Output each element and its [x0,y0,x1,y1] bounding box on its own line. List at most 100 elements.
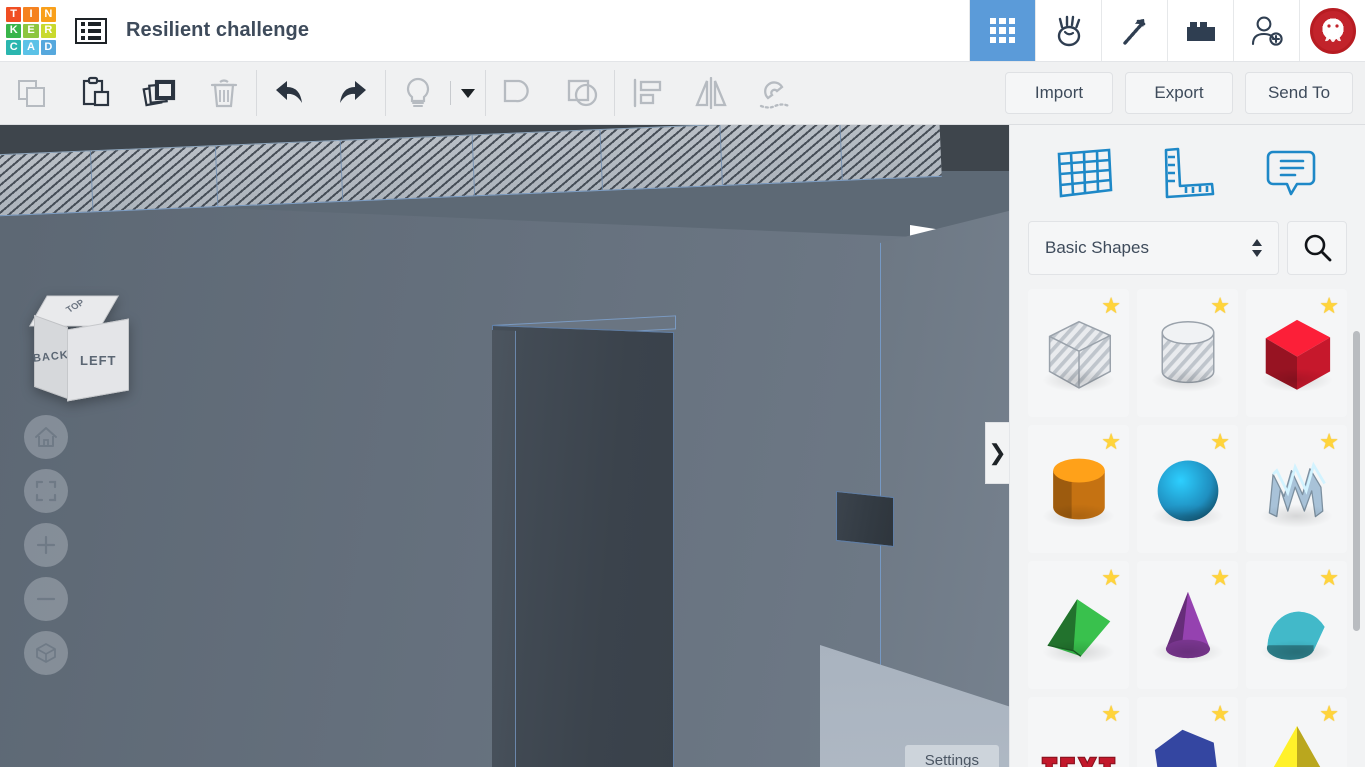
avatar-emblem-icon [1323,18,1342,42]
lego-brick-icon [1186,21,1215,41]
shape-card-half-cylinder[interactable]: ★ [1246,561,1347,689]
view-cube[interactable]: TOP BACK LEFT [29,293,142,402]
shapes-grid: ★ ★ ★ ★ ★ ★ ★ ★ ★ ★ ★ ★ [1028,289,1347,767]
view-cube-back-label: BACK [32,349,70,365]
logo-tile-d: D [40,40,56,55]
shape-category-select[interactable]: Basic Shapes [1028,221,1279,275]
grid-icon [989,17,1016,44]
settings-button[interactable]: Settings [904,745,999,767]
workplane-grid-icon [1057,148,1113,198]
header-tool-bricks[interactable] [1167,0,1233,61]
tinkercad-logo[interactable]: TIN KER CAD [0,0,62,62]
favorite-star-icon[interactable]: ★ [1101,703,1121,725]
align-button[interactable] [615,62,679,124]
view-cube-back-face[interactable]: BACK [32,314,70,400]
logo-tile-n: N [40,7,56,22]
magnet-button[interactable] [743,62,807,124]
logo-tile-t: T [6,7,22,22]
cube-icon [36,643,56,663]
note-button[interactable] [1254,142,1328,204]
paste-icon [82,76,110,107]
shape-card-roof[interactable]: ★ [1028,561,1129,689]
header-tool-minecraft[interactable] [1101,0,1167,61]
shapes-scrollbar[interactable] [1353,331,1360,631]
group-button[interactable] [486,62,550,124]
send-to-button[interactable]: Send To [1245,72,1353,114]
light-button[interactable] [386,62,450,124]
shape-card-cylinder-hole[interactable]: ★ [1137,289,1238,417]
logo-tile-k: K [6,23,22,39]
logo-tile-c: C [6,40,22,55]
view-cube-left-face[interactable]: LEFT [67,318,129,402]
pickaxe-icon [1122,18,1145,45]
shape-card-sphere[interactable]: ★ [1137,425,1238,553]
shape-card-text[interactable]: ★ [1028,697,1129,767]
duplicate-icon [142,79,176,107]
shape-thumbnail-cylinder-hole [1140,307,1236,399]
3d-viewport[interactable]: TOP BACK LEFT Settings ❯ [0,125,1009,767]
mirror-icon [695,77,727,109]
favorite-star-icon[interactable]: ★ [1101,431,1121,453]
delete-button[interactable] [192,62,256,124]
shape-thumbnail-cylinder [1031,443,1127,535]
scene-wall-main [0,197,930,767]
favorite-star-icon[interactable]: ★ [1319,295,1339,317]
redo-button[interactable] [321,62,385,124]
favorite-star-icon[interactable]: ★ [1210,295,1230,317]
workplane-button[interactable] [1047,142,1121,204]
shapes-panel: Basic Shapes ★ ★ ★ ★ ★ ★ ★ ★ ★ ★ ★ ★ [1009,125,1365,767]
designs-menu-button[interactable] [62,0,120,61]
home-view-button[interactable] [24,415,68,459]
favorite-star-icon[interactable]: ★ [1210,431,1230,453]
app-header: TIN KER CAD Resilient challenge [0,0,1365,62]
tinkercad-app: TINKERCAD Resilient challenge Import Exp… [0,0,1365,767]
shape-card-cylinder[interactable]: ★ [1028,425,1129,553]
favorite-star-icon[interactable]: ★ [1319,567,1339,589]
ungroup-icon [567,79,598,107]
shape-card-scribble[interactable]: ★ [1246,425,1347,553]
mirror-button[interactable] [679,62,743,124]
page-title[interactable]: Resilient challenge [120,0,309,61]
header-spacer [309,0,969,61]
ruler-icon [1165,147,1215,199]
duplicate-button[interactable] [128,62,192,124]
favorite-star-icon[interactable]: ★ [1101,295,1121,317]
app-body: TOP BACK LEFT Settings ❯ Basic Shapes ★ … [0,125,1365,767]
copy-button[interactable] [0,62,64,124]
shape-thumbnail-sphere [1140,443,1236,535]
import-button[interactable]: Import [1005,72,1113,114]
favorite-star-icon[interactable]: ★ [1319,431,1339,453]
shape-thumbnail-scribble [1249,443,1345,535]
shape-search-button[interactable] [1287,221,1347,275]
zoom-in-button[interactable] [24,523,68,567]
trash-icon [210,79,238,108]
header-tool-invite[interactable] [1233,0,1299,61]
header-tool-designs-grid[interactable] [969,0,1035,61]
favorite-star-icon[interactable]: ★ [1319,703,1339,725]
fit-to-view-button[interactable] [24,469,68,513]
header-tool-codeblocks[interactable] [1035,0,1101,61]
shape-card-box-hole[interactable]: ★ [1028,289,1129,417]
favorite-star-icon[interactable]: ★ [1210,703,1230,725]
ungroup-button[interactable] [550,62,614,124]
chevron-down-icon [461,88,475,98]
export-button[interactable]: Export [1125,72,1233,114]
view-cube-left-label: LEFT [79,352,117,368]
shape-card-box[interactable]: ★ [1246,289,1347,417]
zoom-out-button[interactable] [24,577,68,621]
shapes-scroll-area[interactable]: ★ ★ ★ ★ ★ ★ ★ ★ ★ ★ ★ ★ [1010,289,1365,767]
ruler-button[interactable] [1150,142,1224,204]
undo-button[interactable] [257,62,321,124]
light-dropdown-button[interactable] [451,88,485,98]
favorite-star-icon[interactable]: ★ [1210,567,1230,589]
shape-card-polygon[interactable]: ★ [1137,697,1238,767]
shape-card-cone[interactable]: ★ [1137,561,1238,689]
panel-tool-icons [1010,125,1365,221]
shape-thumbnail-roof [1031,579,1127,671]
perspective-toggle-button[interactable] [24,631,68,675]
favorite-star-icon[interactable]: ★ [1101,567,1121,589]
collapse-panel-button[interactable]: ❯ [985,422,1009,484]
paste-button[interactable] [64,62,128,124]
user-avatar-button[interactable] [1299,0,1365,61]
shape-card-pyramid[interactable]: ★ [1246,697,1347,767]
